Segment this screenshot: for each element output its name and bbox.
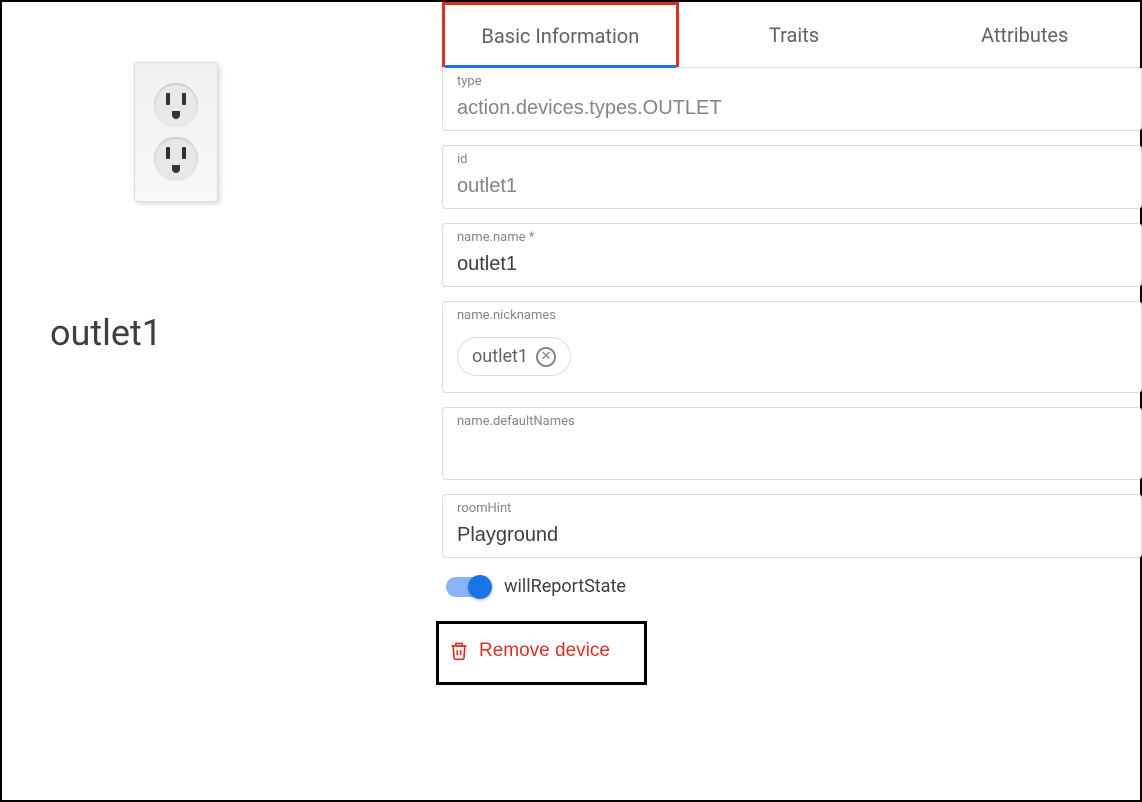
defaultnames-input[interactable]: [457, 437, 1127, 460]
toggle-label: willReportState: [504, 576, 626, 597]
type-input[interactable]: [457, 97, 1127, 120]
field-label: type: [457, 74, 1127, 89]
tab-basic-information[interactable]: Basic Information: [442, 2, 679, 67]
id-input[interactable]: [457, 175, 1127, 198]
tab-traits[interactable]: Traits: [679, 2, 910, 67]
nickname-chips: outlet1 ✕: [457, 331, 1127, 382]
field-label: id: [457, 152, 1127, 167]
toggle-knob: [468, 575, 492, 599]
remove-device-highlight: Remove device: [436, 621, 647, 685]
outlet-icon: [134, 62, 218, 202]
field-roomhint[interactable]: roomHint: [442, 494, 1142, 558]
remove-device-button[interactable]: Remove device: [449, 640, 610, 662]
remove-device-label: Remove device: [479, 640, 610, 662]
main-panel: Basic Information Traits Attributes type…: [442, 2, 1140, 800]
tab-label: Basic Information: [481, 24, 639, 48]
field-type[interactable]: type: [442, 68, 1142, 131]
field-name-nicknames[interactable]: name.nicknames outlet1 ✕: [442, 301, 1142, 393]
close-icon[interactable]: ✕: [536, 347, 556, 367]
field-label: name.name *: [457, 230, 1127, 245]
device-name-heading: outlet1: [50, 312, 402, 354]
device-sidebar: outlet1: [2, 2, 442, 800]
tab-label: Attributes: [981, 23, 1068, 47]
field-label: name.defaultNames: [457, 414, 1127, 429]
form-area: type id name.name * name.nicknames outle…: [442, 68, 1140, 685]
field-name-name[interactable]: name.name *: [442, 223, 1142, 287]
field-label: roomHint: [457, 501, 1127, 516]
tab-attributes[interactable]: Attributes: [909, 2, 1140, 67]
trash-icon: [449, 640, 469, 662]
tab-bar: Basic Information Traits Attributes: [442, 2, 1140, 68]
field-label: name.nicknames: [457, 308, 1127, 323]
nickname-chip[interactable]: outlet1 ✕: [457, 337, 571, 376]
field-name-defaultnames[interactable]: name.defaultNames: [442, 407, 1142, 480]
willreportstate-toggle[interactable]: [446, 577, 490, 597]
roomhint-input[interactable]: [457, 524, 1127, 547]
name-input[interactable]: [457, 253, 1127, 276]
tab-label: Traits: [769, 23, 819, 47]
field-id[interactable]: id: [442, 145, 1142, 209]
chip-text: outlet1: [472, 346, 528, 367]
willreportstate-row: willReportState: [446, 576, 1140, 597]
